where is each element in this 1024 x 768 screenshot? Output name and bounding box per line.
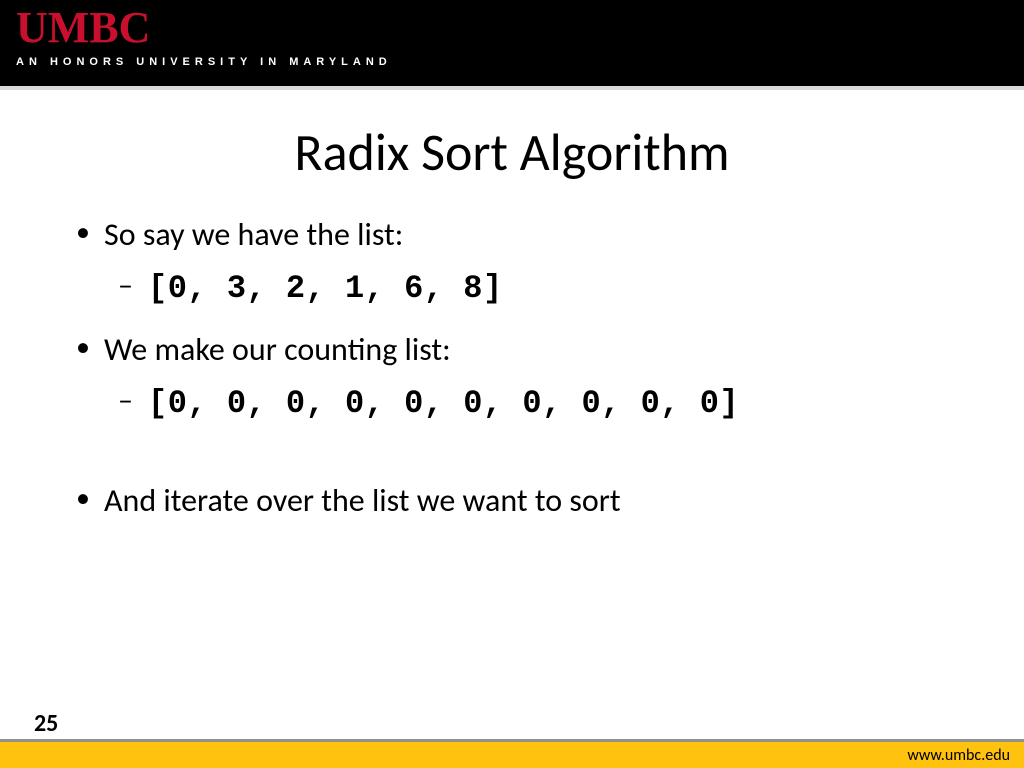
code-list-input: [0, 3, 2, 1, 6, 8] — [148, 270, 503, 307]
slide-body: So say we have the list: [0, 3, 2, 1, 6,… — [70, 212, 964, 524]
page-number: 25 — [34, 709, 58, 738]
logo-block: UMBC AN HONORS UNIVERSITY IN MARYLAND — [16, 6, 392, 68]
header-bar: UMBC AN HONORS UNIVERSITY IN MARYLAND — [0, 0, 1024, 90]
code-list-counting: [0, 0, 0, 0, 0, 0, 0, 0, 0, 0] — [148, 385, 739, 422]
logo-text: UMBC — [16, 6, 392, 50]
spacer — [70, 442, 964, 478]
footer-url: www.umbc.edu — [907, 746, 1010, 765]
bullet-1-sub: [0, 3, 2, 1, 6, 8] — [70, 264, 964, 312]
bullet-1: So say we have the list: — [70, 212, 964, 258]
slide-title: Radix Sort Algorithm — [0, 120, 1024, 184]
header-divider — [0, 86, 1024, 90]
bullet-3: And iterate over the list we want to sor… — [70, 478, 964, 524]
bullet-2-sub: [0, 0, 0, 0, 0, 0, 0, 0, 0, 0] — [70, 379, 964, 427]
footer-bar: www.umbc.edu — [0, 742, 1024, 768]
slide: UMBC AN HONORS UNIVERSITY IN MARYLAND Ra… — [0, 0, 1024, 768]
tagline-text: AN HONORS UNIVERSITY IN MARYLAND — [16, 56, 392, 68]
bullet-2: We make our counting list: — [70, 327, 964, 373]
